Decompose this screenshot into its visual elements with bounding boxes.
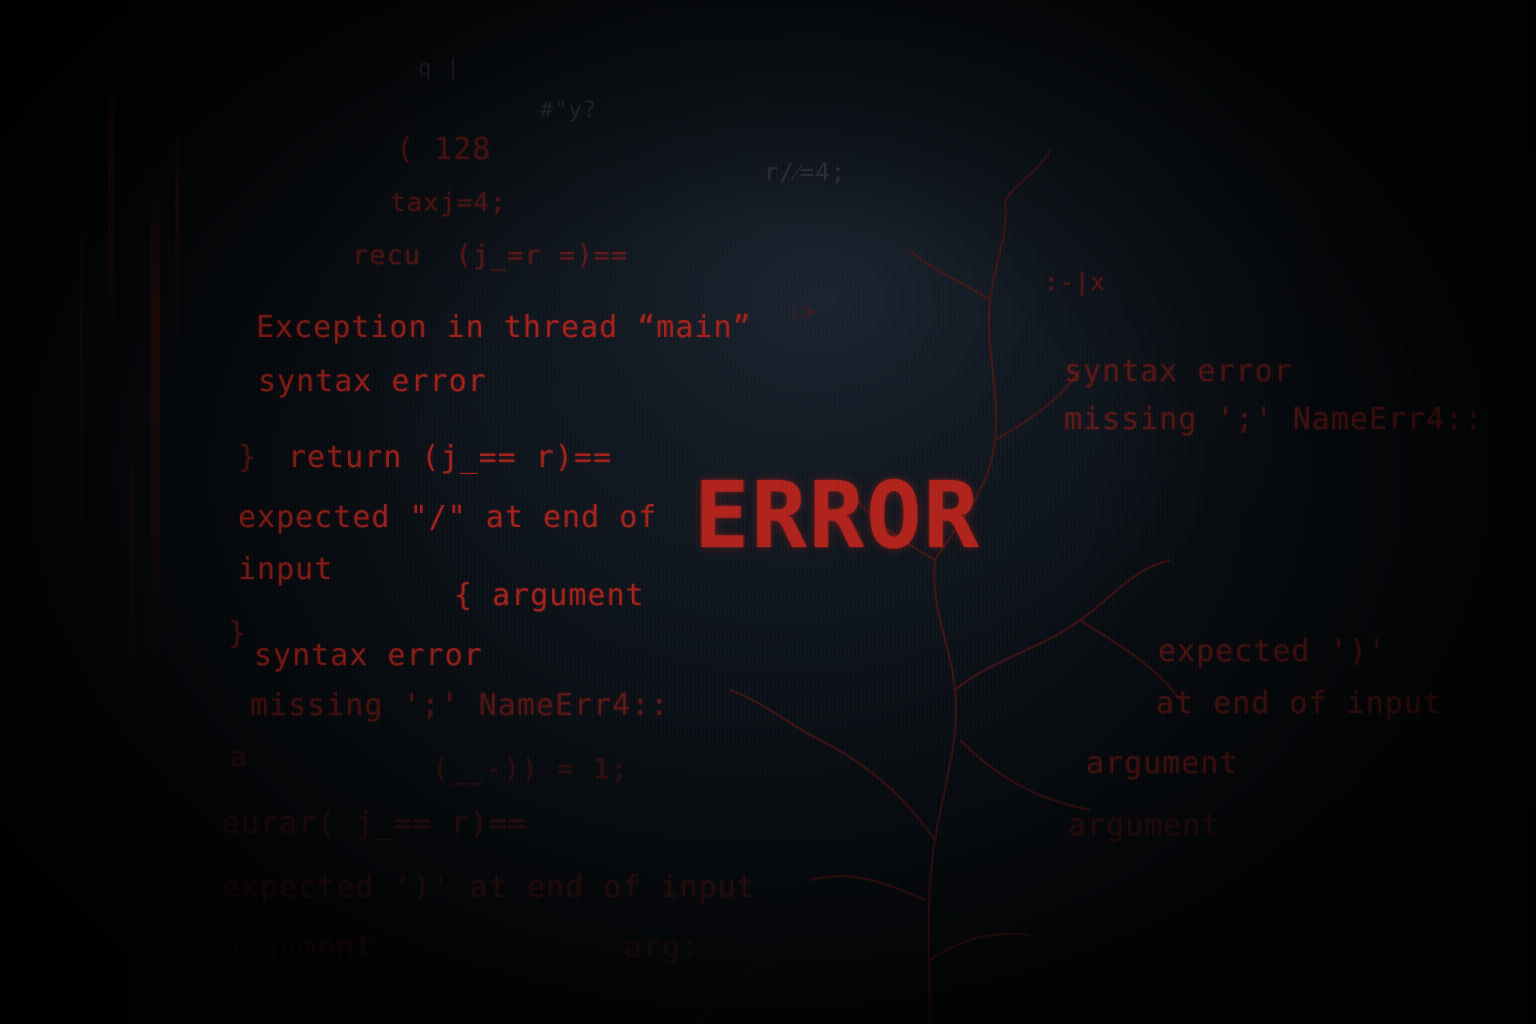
code-fragment: r/⁄=4;: [764, 158, 847, 186]
argument-line: argument: [1086, 746, 1239, 781]
code-fragment: arg:: [624, 930, 701, 965]
code-fragment: ( 128: [396, 132, 492, 167]
missing-semicolon-line: missing ';' NameErr4::: [1064, 402, 1484, 437]
argument-line: { argument: [454, 578, 645, 613]
expected-paren-line: expected ')' at end of input: [222, 870, 756, 905]
eurar-line: eurar( j_== r)==: [222, 806, 527, 841]
error-title: ERROR: [694, 462, 981, 569]
expected-line: expected "/" at end of: [238, 500, 658, 535]
syntax-error-line: syntax error: [1064, 354, 1293, 389]
code-fragment: :-|x: [1044, 268, 1106, 296]
return-line: return (j_== r)==: [288, 440, 613, 475]
code-fragment: q |: [418, 56, 461, 81]
expected-paren-line: expected ')': [1158, 634, 1387, 669]
error-background-scene: q | #"y? ( 128 taxj=4; recu (j_=r =)== r…: [0, 0, 1536, 1024]
assign-line: (__-)) = 1;: [432, 752, 629, 785]
argument-line: argument: [1068, 808, 1221, 843]
syntax-error-line: syntax error: [254, 638, 483, 673]
syntax-error-line: syntax error: [258, 364, 487, 399]
code-fragment: #"y?: [540, 98, 597, 123]
exception-line: Exception in thread “main”: [256, 310, 752, 345]
brace-glyph: }: [228, 616, 248, 651]
code-fragment: recu (j_=r =)==: [352, 240, 629, 271]
missing-semicolon-line: missing ';' NameErr4::: [250, 688, 670, 723]
at-end-of-input-line: at end of input: [1156, 686, 1442, 721]
code-fragment: a: [230, 740, 248, 773]
argument-line: argument: [222, 930, 375, 965]
code-fragment: :>: [788, 300, 817, 325]
brace-glyph: }: [238, 440, 258, 475]
code-fragment: taxj=4;: [390, 188, 507, 218]
input-line: input: [238, 552, 334, 587]
